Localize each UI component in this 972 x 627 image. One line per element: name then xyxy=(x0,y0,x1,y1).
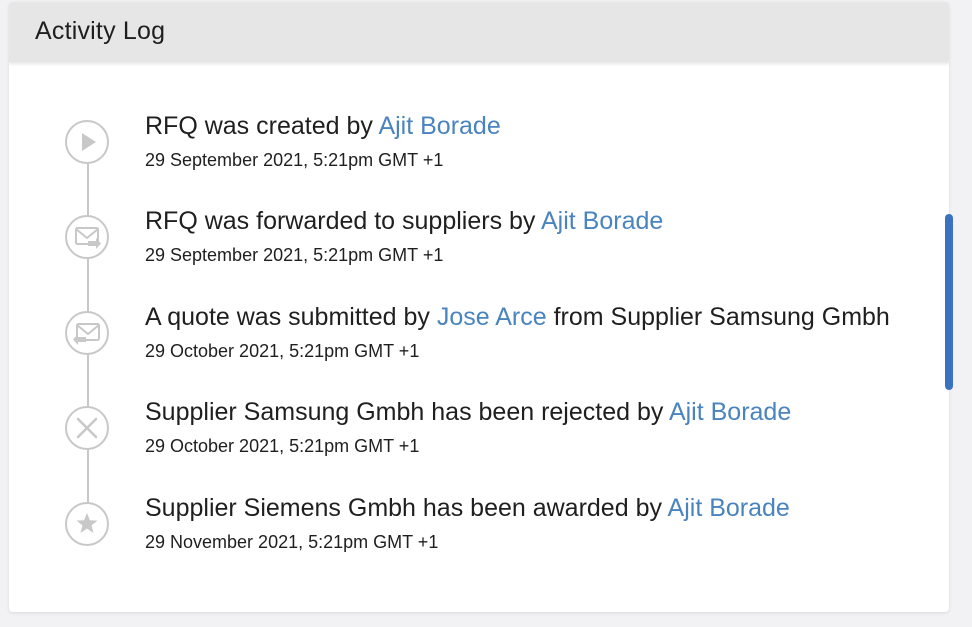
activity-text-suffix: from Supplier Samsung Gmbh xyxy=(546,303,890,331)
activity-timestamp: 29 November 2021, 5:21pm GMT +1 xyxy=(145,532,439,552)
activity-text: Supplier Siemens Gmbh has been awarded b… xyxy=(145,494,668,522)
activity-entry: RFQ was created by Ajit Borade 29 Septem… xyxy=(9,108,949,198)
activity-description: Supplier Samsung Gmbh has been rejected … xyxy=(145,398,791,427)
activity-entry: Supplier Samsung Gmbh has been rejected … xyxy=(9,394,949,484)
user-link[interactable]: Ajit Borade xyxy=(541,207,663,235)
scrollbar-thumb[interactable] xyxy=(945,214,953,390)
activity-entry: RFQ was forwarded to suppliers by Ajit B… xyxy=(9,203,949,293)
activity-log-panel: Activity Log RFQ was created by Ajit Bor… xyxy=(9,2,949,612)
activity-timestamp: 29 October 2021, 5:21pm GMT +1 xyxy=(145,436,420,456)
activity-timestamp: 29 October 2021, 5:21pm GMT +1 xyxy=(145,341,420,361)
play-icon xyxy=(65,120,109,164)
close-circle-icon xyxy=(65,406,109,450)
panel-title: Activity Log xyxy=(35,17,166,45)
activity-description: A quote was submitted by Jose Arce from … xyxy=(145,303,890,332)
activity-text: A quote was submitted by xyxy=(145,303,437,331)
activity-description: RFQ was forwarded to suppliers by Ajit B… xyxy=(145,207,663,236)
activity-text: Supplier Samsung Gmbh has been rejected … xyxy=(145,398,669,426)
panel-header: Activity Log xyxy=(9,2,949,62)
activity-entry: Supplier Siemens Gmbh has been awarded b… xyxy=(9,490,949,580)
user-link[interactable]: Ajit Borade xyxy=(668,494,790,522)
activity-description: Supplier Siemens Gmbh has been awarded b… xyxy=(145,494,790,523)
mail-reply-icon xyxy=(65,311,109,355)
star-icon xyxy=(65,502,109,546)
activity-text: RFQ was created by xyxy=(145,112,379,140)
activity-text: RFQ was forwarded to suppliers by xyxy=(145,207,541,235)
mail-forward-icon xyxy=(65,215,109,259)
activity-timestamp: 29 September 2021, 5:21pm GMT +1 xyxy=(145,150,444,170)
activity-timeline: RFQ was created by Ajit Borade 29 Septem… xyxy=(9,2,949,612)
activity-description: RFQ was created by Ajit Borade xyxy=(145,112,501,141)
user-link[interactable]: Ajit Borade xyxy=(378,112,500,140)
user-link[interactable]: Jose Arce xyxy=(437,303,547,331)
activity-timestamp: 29 September 2021, 5:21pm GMT +1 xyxy=(145,245,444,265)
activity-entry: A quote was submitted by Jose Arce from … xyxy=(9,299,949,389)
user-link[interactable]: Ajit Borade xyxy=(669,398,791,426)
